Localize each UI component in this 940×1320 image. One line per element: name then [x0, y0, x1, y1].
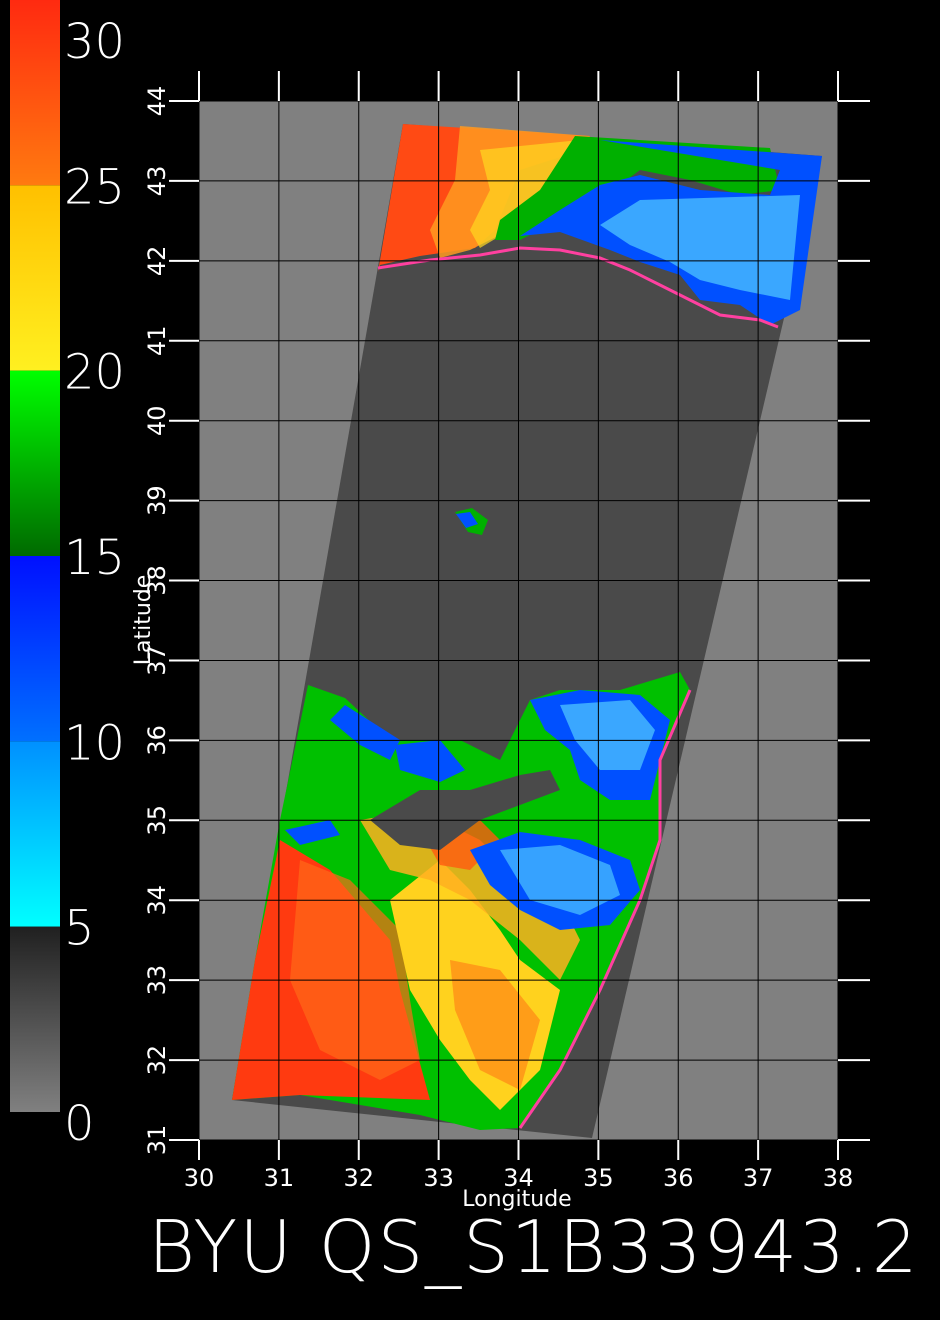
- y-axis-label: Latitude: [131, 575, 156, 666]
- lat-tick-label: 42: [143, 246, 171, 277]
- lon-tick-label: 33: [423, 1164, 454, 1192]
- lat-tick-label: 44: [143, 86, 171, 117]
- colorbar-segment: [10, 185, 60, 371]
- colorbar-segment: [10, 370, 60, 556]
- lon-tick-label: 31: [264, 1164, 295, 1192]
- lat-tick-label: 40: [143, 405, 171, 436]
- map-panel: 30 31 32 33 34 35 36 37 38 313233343536373839404…: [143, 71, 870, 1192]
- colorbar-label: 30: [64, 14, 125, 70]
- lat-tick-label: 43: [143, 166, 171, 197]
- colorbar: [10, 0, 60, 1112]
- colorbar-segment: [10, 556, 60, 742]
- lon-tick-label: 32: [343, 1164, 374, 1192]
- lat-tick-label: 36: [143, 725, 171, 756]
- colorbar-label: 15: [64, 530, 125, 586]
- colorbar-labels: 30 25 20 15 10 5 0: [64, 14, 125, 1152]
- lon-tick-label: 30: [184, 1164, 215, 1192]
- colorbar-segment: [10, 741, 60, 927]
- colorbar-segment: [10, 0, 60, 186]
- colorbar-label: 20: [64, 345, 125, 401]
- lat-tick-label: 34: [143, 885, 171, 916]
- wind-map-figure: 30 25 20 15 10 5 0 30 31 32 33 34 35 36 37 38 …: [10, 0, 920, 1289]
- lon-tick-label: 35: [583, 1164, 614, 1192]
- lat-tick-label: 41: [143, 325, 171, 356]
- lat-tick-label: 32: [143, 1045, 171, 1076]
- colorbar-label: 5: [64, 901, 95, 957]
- colorbar-label: 0: [64, 1096, 95, 1152]
- lat-tick-label: 35: [143, 805, 171, 836]
- lon-tick-label: 37: [743, 1164, 774, 1192]
- colorbar-segment: [10, 926, 60, 1112]
- lon-tick-label: 36: [663, 1164, 694, 1192]
- colorbar-label: 25: [64, 159, 125, 215]
- lat-tick-label: 31: [143, 1125, 171, 1156]
- figure-title: BYU QS_S1B33943.2: [148, 1205, 920, 1289]
- lon-tick-label: 38: [823, 1164, 854, 1192]
- lat-tick-label: 39: [143, 485, 171, 516]
- lat-tick-label: 33: [143, 965, 171, 996]
- colorbar-label: 10: [64, 715, 125, 771]
